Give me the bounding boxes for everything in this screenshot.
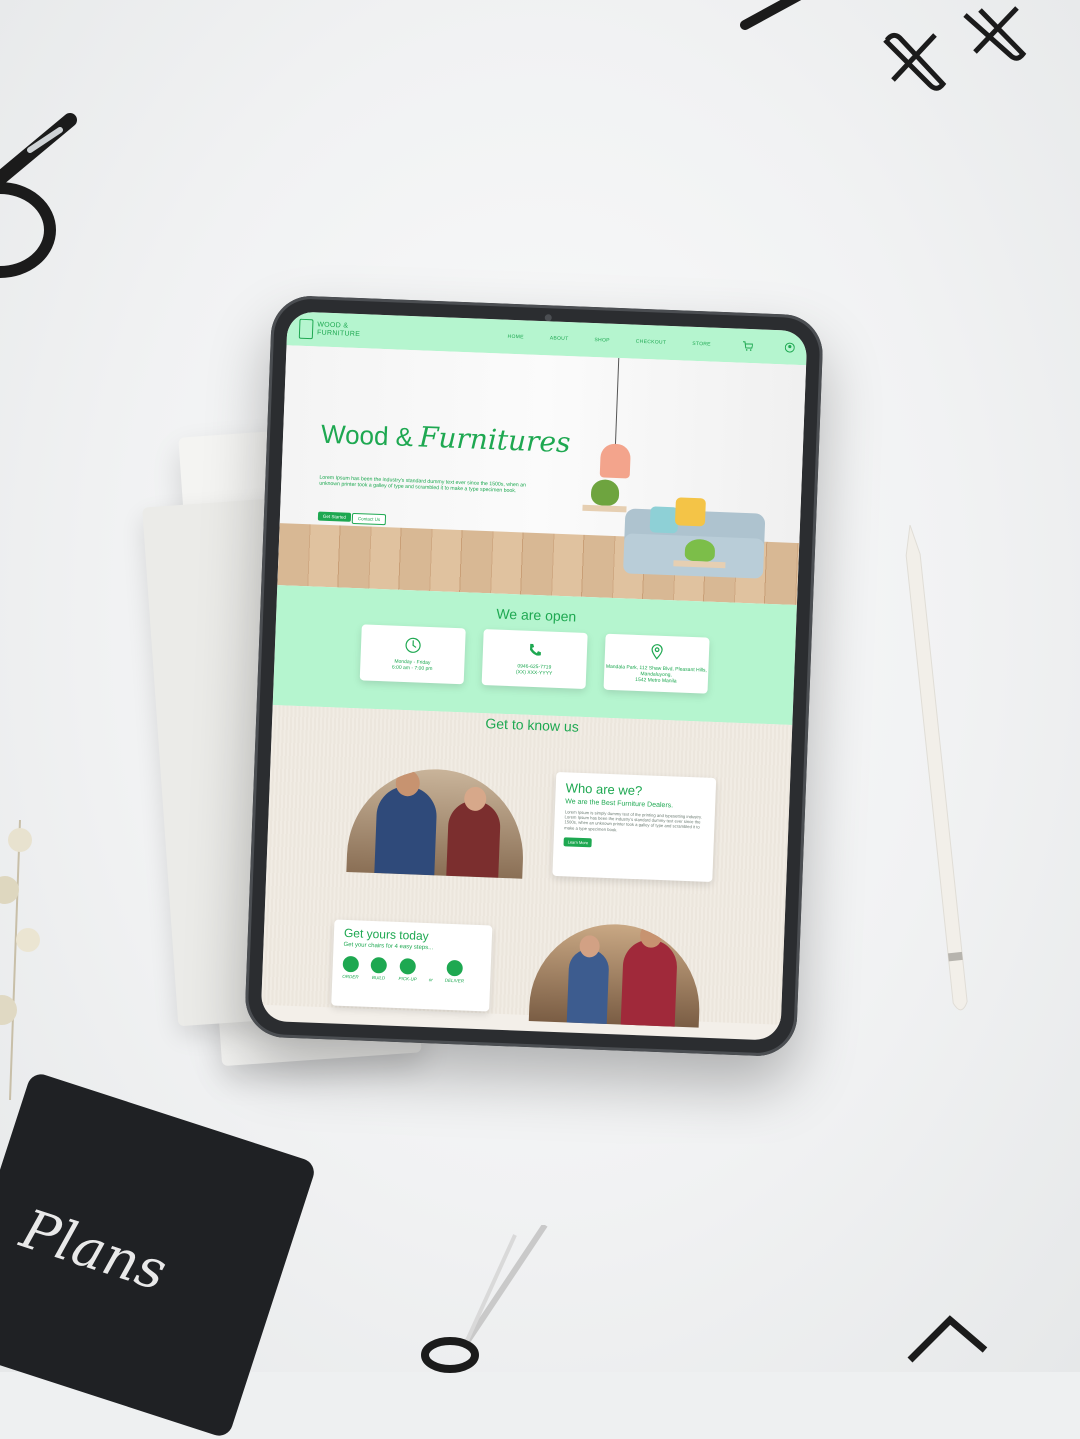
opening-hours-section: We are open Monday - Friday 6:00 am - 7:… [272, 585, 797, 725]
person [374, 769, 438, 876]
chair-logo-icon [298, 318, 314, 340]
step-label: or [428, 977, 433, 983]
contact-us-button[interactable]: Contact Us [351, 512, 387, 526]
step-pickup: PICK-UP [398, 958, 417, 982]
workshop-photo [528, 921, 703, 1028]
step-order: ORDER [342, 955, 360, 980]
potted-plant [684, 538, 716, 562]
phone-icon [530, 643, 541, 656]
step-build: BUILD [370, 956, 388, 981]
car-icon [399, 958, 417, 975]
dried-flowers-image [0, 820, 40, 1100]
cushion [674, 497, 706, 527]
hero-section: Wood & Furnitures Lorem Ipsum has been th… [277, 345, 807, 606]
nav-store[interactable]: STORE [692, 341, 711, 348]
who-title: Who are we? [565, 780, 643, 799]
step-label: ORDER [342, 973, 359, 980]
cart-icon[interactable] [742, 341, 754, 351]
nav-shop[interactable]: SHOP [594, 337, 610, 344]
order-icon [342, 955, 360, 973]
hero-title-plain: Wood & [320, 418, 414, 453]
step-or: or [429, 959, 434, 982]
phone-line2[interactable]: (XX) XXX-YYYY [516, 669, 553, 676]
hero-title-script: Furnitures [418, 420, 572, 460]
get-started-button[interactable]: Get Started [317, 511, 352, 522]
site-logo[interactable]: WOOD & FURNITURE [298, 318, 370, 342]
team-photo [346, 766, 527, 879]
nav-home[interactable]: HOME [507, 334, 523, 341]
step-label: PICK-UP [398, 976, 417, 982]
who-text: Lorem Ipsum is simply dummy text of the … [564, 809, 703, 832]
person [566, 934, 610, 1028]
user-icon[interactable] [784, 342, 795, 353]
scissors-image [421, 1225, 548, 1373]
who-are-we-card: Who are we? We are the Best Furniture De… [552, 771, 717, 882]
paperclip-image [963, 6, 1027, 61]
paperclip-image [883, 32, 947, 91]
address-card: Mandala Park, 112 Shaw Blvd, Pleasant Hi… [603, 633, 710, 694]
hammer-icon [370, 956, 388, 974]
tablet-device: WOOD & FURNITURE HOME ABOUT SHOP CHECKOU… [243, 294, 825, 1058]
nav-about[interactable]: ABOUT [550, 335, 569, 342]
person [446, 786, 502, 878]
step-label: DELIVER [444, 977, 465, 984]
truck-icon [446, 959, 464, 977]
steps-row: ORDER BUILD PICK-UP or DELIVER [342, 955, 481, 984]
pendant-lamp [599, 443, 631, 479]
nav-checkout[interactable]: CHECKOUT [636, 339, 667, 346]
step-label: BUILD [371, 975, 386, 981]
logo-text: WOOD & FURNITURE [316, 321, 361, 339]
marker-image [740, 0, 802, 30]
eyeglasses-image [0, 113, 77, 278]
website-screen: WOOD & FURNITURE HOME ABOUT SHOP CHECKOU… [260, 311, 808, 1041]
step-deliver: DELIVER [444, 959, 465, 984]
potted-plant [590, 479, 620, 507]
person [620, 923, 678, 1028]
hours-line2: 6:00 am - 7:00 pm [391, 664, 433, 673]
phone-card: 0946-625-7719 (XX) XXX-YYYY [481, 629, 588, 689]
binder-clip-image [907, 1315, 988, 1363]
hours-card: Monday - Friday 6:00 am - 7:00 pm [359, 624, 466, 685]
clock-icon [405, 637, 421, 653]
about-section: Get to know us Who are we? We are the Be… [261, 704, 793, 1028]
learn-more-button[interactable]: Learn More [563, 837, 593, 848]
who-subtitle: We are the Best Furniture Dealers. [565, 798, 674, 810]
location-pin-icon [651, 644, 663, 660]
get-yours-card: Get yours today Get your chairs for 4 ea… [331, 919, 493, 1012]
